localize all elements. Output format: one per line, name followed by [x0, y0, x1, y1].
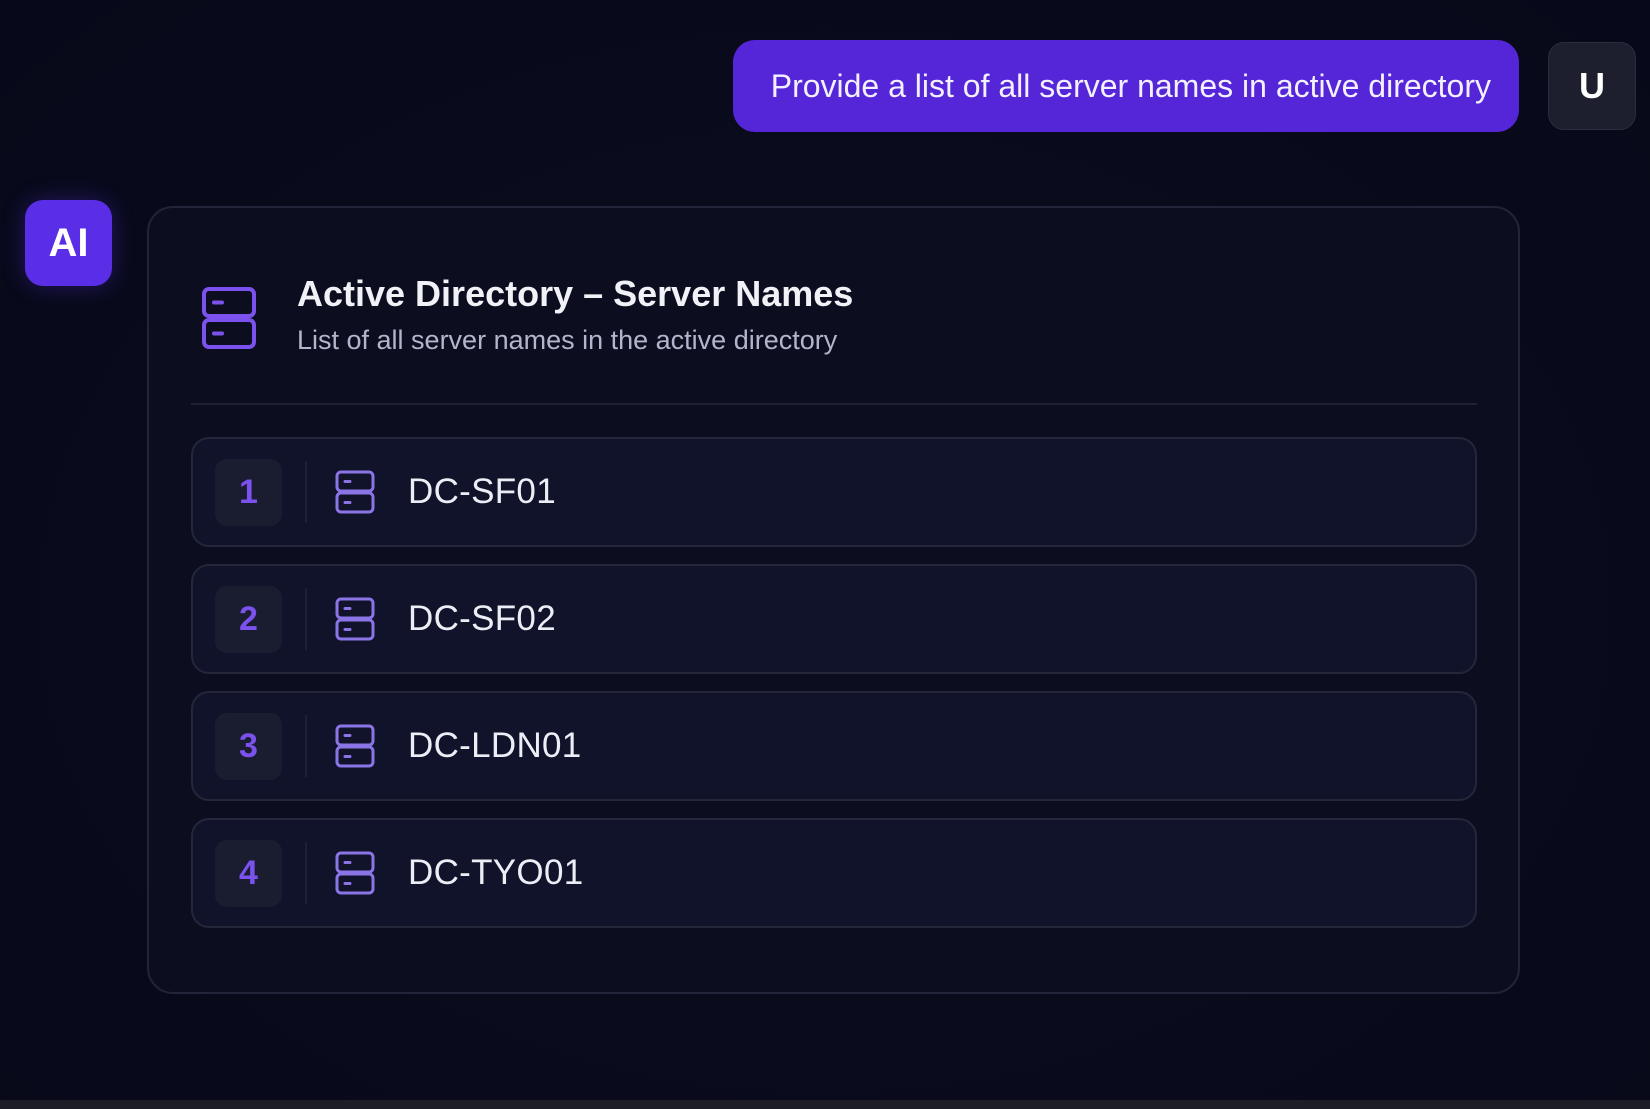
server-row-2[interactable]: 2 DC-SF02	[191, 564, 1477, 674]
response-card: Active Directory – Server Names List of …	[147, 206, 1520, 994]
server-name: DC-SF01	[408, 472, 556, 511]
card-title: Active Directory – Server Names	[297, 273, 854, 314]
server-name: DC-TYO01	[408, 853, 584, 892]
server-index-badge: 3	[215, 712, 282, 780]
row-separator	[305, 715, 307, 777]
server-index-badge: 2	[215, 585, 282, 653]
chat-page: Provide a list of all server names in ac…	[0, 0, 1650, 1109]
user-avatar[interactable]: U	[1548, 42, 1636, 130]
card-header-text: Active Directory – Server Names List of …	[297, 272, 853, 358]
ai-avatar: AI	[25, 200, 112, 286]
server-index-badge: 1	[215, 458, 282, 526]
server-row-1[interactable]: 1 DC-SF01	[191, 437, 1477, 547]
user-message-row: Provide a list of all server names in ac…	[732, 40, 1636, 132]
row-separator	[305, 842, 307, 904]
server-icon	[202, 287, 256, 349]
server-icon	[335, 597, 375, 641]
server-name: DC-SF02	[408, 599, 556, 638]
user-message-bubble: Provide a list of all server names in ac…	[732, 40, 1519, 132]
server-index-badge: 4	[215, 839, 282, 907]
bottom-bar	[0, 1100, 1650, 1109]
card-header: Active Directory – Server Names List of …	[201, 272, 853, 358]
row-separator	[305, 461, 307, 523]
server-name: DC-LDN01	[408, 726, 582, 765]
server-icon	[335, 724, 375, 768]
card-subtitle: List of all server names in the active d…	[297, 325, 838, 355]
row-separator	[305, 588, 307, 650]
server-list: 1 DC-SF01 2 DC-SF02 3 DC-LDN01 4 DC-TYO0…	[191, 437, 1477, 928]
card-divider	[191, 403, 1477, 405]
server-icon	[335, 470, 375, 514]
server-row-3[interactable]: 3 DC-LDN01	[191, 691, 1477, 801]
server-icon	[335, 851, 375, 895]
server-row-4[interactable]: 4 DC-TYO01	[191, 818, 1477, 928]
